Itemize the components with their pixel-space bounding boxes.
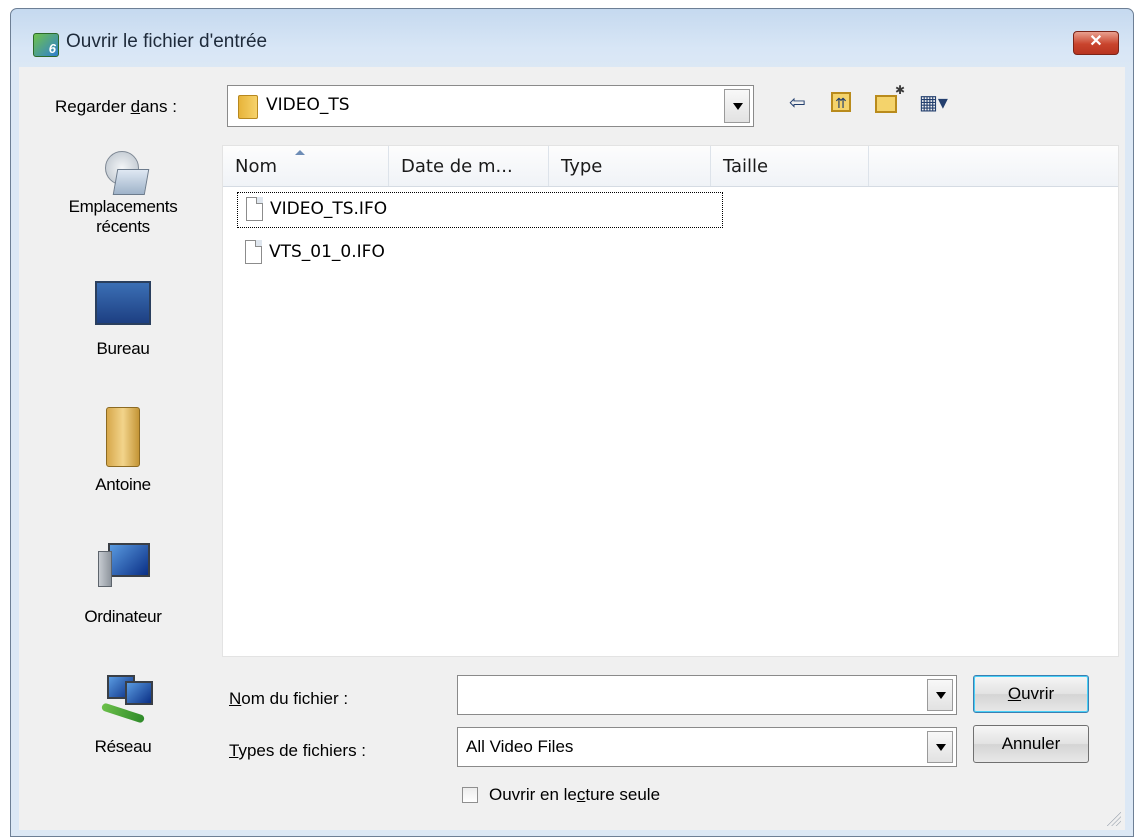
new-folder-star: ✱ (894, 83, 905, 97)
folder-icon (238, 95, 258, 119)
open-file-dialog: 6 Ouvrir le fichier d'entrée ✕ Regarder … (10, 8, 1134, 837)
dialog-body: Regarder dans : VIDEO_TS ⇦ ⇈ ✱ ▦▾ Emplac… (19, 67, 1125, 830)
app-icon-glyph: 6 (48, 41, 56, 56)
window-title: Ouvrir le fichier d'entrée (66, 31, 268, 52)
place-label: Bureau (96, 339, 150, 358)
column-header-date[interactable]: Date de m... (389, 146, 549, 186)
column-header-type[interactable]: Type (549, 146, 711, 186)
close-button[interactable]: ✕ (1073, 31, 1119, 55)
file-item[interactable]: VIDEO_TS.IFO (237, 192, 723, 228)
back-icon[interactable]: ⇦ (789, 90, 806, 115)
file-name: VTS_01_0.IFO (269, 242, 385, 262)
place-recent[interactable]: Emplacements récents (43, 145, 203, 237)
open-button[interactable]: Ouvrir (973, 675, 1089, 713)
place-label: Antoine (95, 475, 151, 494)
views-menu-icon[interactable]: ▦▾ (919, 90, 948, 115)
desktop-icon (95, 281, 151, 325)
computer-icon (98, 541, 150, 587)
readonly-checkbox[interactable] (462, 787, 478, 803)
resize-grip[interactable] (1107, 812, 1121, 826)
readonly-label[interactable]: Ouvrir en lecture seule (489, 785, 660, 805)
look-in-value: VIDEO_TS (266, 95, 350, 115)
place-label: Ordinateur (84, 607, 162, 626)
user-folder-icon (106, 407, 140, 467)
file-icon (246, 197, 263, 221)
filetype-dropdown-button[interactable] (927, 731, 953, 763)
cancel-button[interactable]: Annuler (973, 725, 1089, 763)
filename-dropdown-button[interactable] (927, 679, 953, 711)
look-in-label: Regarder dans : (55, 97, 177, 116)
column-header-name[interactable]: Nom (223, 146, 389, 186)
look-in-combo[interactable]: VIDEO_TS (227, 85, 754, 127)
column-header-size[interactable]: Taille (711, 146, 869, 186)
filetype-label: Types de fichiers : (229, 741, 367, 760)
network-icon (95, 675, 153, 725)
place-label: Réseau (94, 737, 152, 756)
new-folder-icon[interactable]: ✱ (875, 83, 905, 113)
file-icon (245, 240, 262, 264)
filename-combo[interactable] (457, 675, 957, 715)
place-label-2: récents (96, 217, 150, 236)
filename-label: Nom du fichier : (229, 689, 349, 708)
title-bar[interactable]: 6 Ouvrir le fichier d'entrée ✕ (11, 9, 1133, 67)
place-network[interactable]: Réseau (43, 675, 203, 757)
column-header-name-label: Nom (235, 156, 278, 177)
place-label: Emplacements (68, 197, 178, 216)
column-header-row: Nom Date de m... Type Taille (223, 146, 1118, 187)
filetype-combo[interactable]: All Video Files (457, 727, 957, 767)
file-list[interactable]: Nom Date de m... Type Taille VIDEO_TS.IF… (222, 145, 1119, 657)
sort-ascending-icon (295, 150, 305, 155)
file-item[interactable]: VTS_01_0.IFO (237, 236, 537, 270)
place-desktop[interactable]: Bureau (43, 281, 203, 359)
place-user[interactable]: Antoine (43, 407, 203, 495)
recent-places-icon (101, 145, 150, 197)
places-bar: Emplacements récents Bureau Antoine Ordi… (43, 145, 203, 795)
file-name: VIDEO_TS.IFO (270, 199, 388, 219)
app-icon: 6 (33, 33, 59, 57)
up-folder-icon[interactable]: ⇈ (831, 92, 851, 112)
look-in-dropdown-button[interactable] (724, 89, 750, 123)
place-computer[interactable]: Ordinateur (43, 541, 203, 627)
filetype-value: All Video Files (466, 737, 574, 756)
